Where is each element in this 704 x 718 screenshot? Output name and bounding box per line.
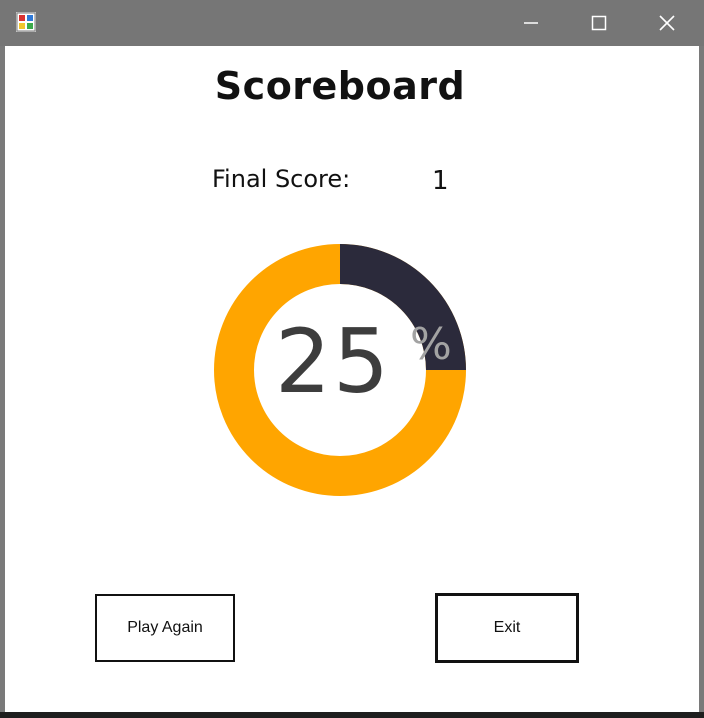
progress-percent-sign: % [410, 319, 452, 370]
minimize-icon [524, 22, 538, 24]
maximize-button[interactable] [566, 0, 632, 46]
play-again-button[interactable]: Play Again [95, 594, 235, 662]
app-icon [16, 12, 36, 32]
scoreboard-title: Scoreboard [214, 64, 466, 108]
exit-button[interactable]: Exit [435, 593, 579, 663]
title-bar[interactable] [0, 0, 704, 46]
final-score-value: 1 [432, 166, 449, 196]
scoreboard-window: Scoreboard Final Score: 1 25 % Play Agai… [0, 0, 704, 718]
close-button[interactable] [634, 0, 700, 46]
minimize-button[interactable] [498, 0, 564, 46]
maximize-icon [591, 15, 607, 31]
background-editor-strip [0, 712, 704, 718]
progress-percentage-value: 25 [275, 310, 391, 413]
close-icon [659, 15, 675, 31]
final-score-label: Final Score: [212, 165, 351, 193]
scoreboard-panel: Scoreboard Final Score: 1 25 % Play Agai… [5, 46, 699, 712]
